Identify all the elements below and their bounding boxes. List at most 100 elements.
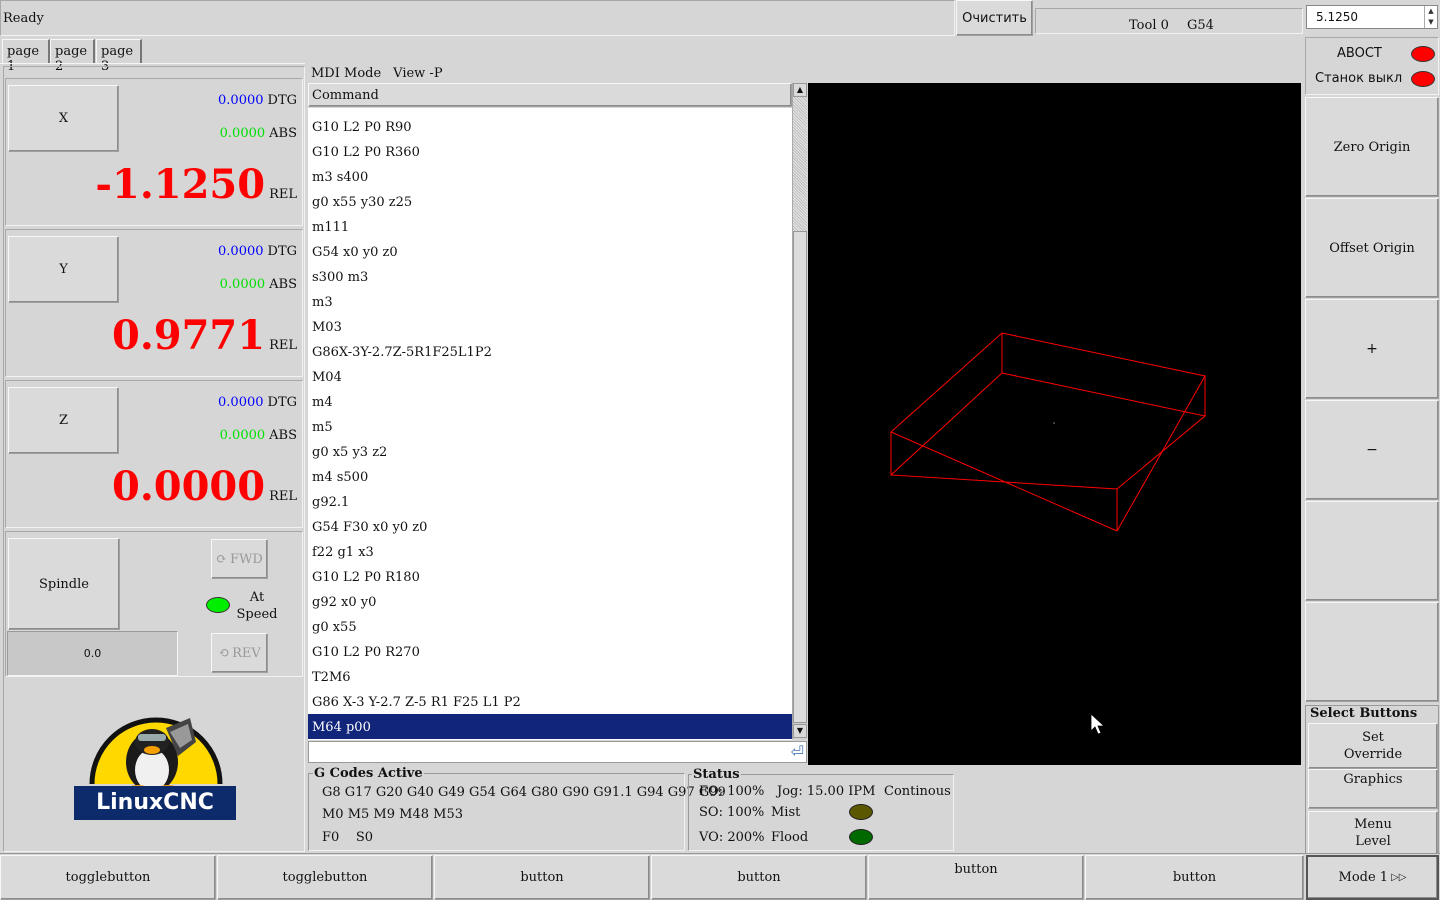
x-dtg: 0.0000 DTG xyxy=(218,93,297,108)
history-row[interactable]: m111 xyxy=(308,214,792,239)
history-row[interactable]: g0 x55 y30 z25 xyxy=(308,189,792,214)
coord-system: G54 xyxy=(1187,18,1214,33)
tab-page-1[interactable]: page 1 xyxy=(2,39,50,74)
rel-value: 0.9771 xyxy=(111,312,266,359)
history-row[interactable]: m3 s400 xyxy=(308,164,792,189)
history-row[interactable]: m4 xyxy=(308,389,792,414)
axis-label: Y xyxy=(59,262,68,277)
estop-led xyxy=(1411,46,1435,62)
mdi-entry[interactable]: ⏎ xyxy=(308,741,807,764)
axis-y-button[interactable]: Y xyxy=(8,236,119,303)
history-row[interactable]: m3 xyxy=(308,289,792,314)
status-title: Status xyxy=(692,767,741,782)
spindle-rev-button[interactable]: ⟲ REV xyxy=(211,633,268,673)
axis-x-button[interactable]: X xyxy=(8,85,119,152)
offset-origin-button[interactable]: Offset Origin xyxy=(1305,198,1439,298)
toggle-button-1[interactable]: togglebutton xyxy=(0,855,216,900)
history-row[interactable]: g0 x55 xyxy=(308,614,792,639)
history-row[interactable]: g0 x5 y3 z2 xyxy=(308,439,792,464)
decrease-button[interactable]: − xyxy=(1305,400,1439,500)
mdi-input[interactable] xyxy=(309,742,783,764)
dtg-label: DTG xyxy=(267,93,297,108)
spindle-button[interactable]: Spindle xyxy=(8,538,120,630)
jog-increment-spinbox[interactable]: 5.1250 ▲ ▼ xyxy=(1306,5,1438,29)
view-text: View -P xyxy=(393,66,443,81)
tab-page-3[interactable]: page 3 xyxy=(96,39,142,74)
history-row[interactable]: G10 L2 P0 R180 xyxy=(308,564,792,589)
history-row[interactable]: m5 xyxy=(308,414,792,439)
zero-origin-button[interactable]: Zero Origin xyxy=(1305,97,1439,197)
rel-label: REL xyxy=(269,187,297,202)
toolpath-preview xyxy=(889,332,1207,735)
at-speed-led xyxy=(206,597,230,613)
select-buttons-panel: Select Buttons Set Override Graphics Menu… xyxy=(1305,705,1439,855)
button-3[interactable]: button xyxy=(868,855,1084,900)
rel-label: REL xyxy=(269,338,297,353)
gcodes-line-1: G8 G17 G20 G40 G49 G54 G64 G80 G90 G91.1… xyxy=(322,785,726,800)
history-row[interactable]: m4 s500 xyxy=(308,464,792,489)
rel-value: -1.1250 xyxy=(95,161,266,208)
graphics-button[interactable]: Graphics xyxy=(1308,769,1438,809)
spin-arrows-icon[interactable]: ▲ ▼ xyxy=(1424,6,1437,28)
history-row[interactable]: G86X-3Y-2.7Z-5R1F25L1P2 xyxy=(308,339,792,364)
axis-z-button[interactable]: Z xyxy=(8,387,119,454)
scroll-thumb[interactable] xyxy=(793,231,807,723)
command-column-header[interactable]: Command xyxy=(308,83,792,107)
history-scrollbar[interactable]: ▲ ▼ xyxy=(792,83,807,739)
abs-value: 0.0000 xyxy=(219,428,266,443)
blank-button-2[interactable] xyxy=(1305,602,1439,702)
increase-button[interactable]: + xyxy=(1305,299,1439,399)
history-row[interactable]: s300 m3 xyxy=(308,264,792,289)
button-label: Offset Origin xyxy=(1329,240,1415,256)
set-override-button[interactable]: Set Override xyxy=(1308,723,1438,769)
graphics-preview[interactable] xyxy=(808,83,1301,765)
mdi-history-list[interactable]: G10 L2 P0 R90 G10 L2 P0 R360 m3 s400 g0 x55… xyxy=(308,108,792,740)
button-2[interactable]: button xyxy=(651,855,867,900)
scroll-down-icon[interactable]: ▼ xyxy=(793,724,807,738)
abs-label: ABS xyxy=(269,428,297,443)
tab-divider xyxy=(0,63,305,64)
clear-button[interactable]: Очистить xyxy=(956,0,1033,36)
history-row[interactable]: M04 xyxy=(308,364,792,389)
at-speed-line-1: At xyxy=(249,590,265,605)
history-row[interactable]: G10 L2 P0 R90 xyxy=(308,114,792,139)
z-dtg: 0.0000 DTG xyxy=(218,395,297,410)
history-row[interactable]: M64 p00 xyxy=(308,714,792,739)
history-row[interactable]: M03 xyxy=(308,314,792,339)
toggle-button-2[interactable]: togglebutton xyxy=(217,855,433,900)
dtg-value: 0.0000 xyxy=(218,93,264,108)
blank-button-1[interactable] xyxy=(1305,501,1439,601)
button-label: Mode 1 xyxy=(1338,870,1389,885)
button-1[interactable]: button xyxy=(434,855,650,900)
dro-x: X 0.0000 DTG 0.0000 ABS -1.1250 REL xyxy=(5,78,303,226)
button-4[interactable]: button xyxy=(1085,855,1304,900)
scroll-track[interactable] xyxy=(793,97,807,231)
tool-number: Tool 0 xyxy=(1129,18,1169,33)
mouse-cursor-icon xyxy=(1090,713,1106,735)
history-row[interactable]: f22 g1 x3 xyxy=(308,539,792,564)
mist-label: Mist xyxy=(771,805,801,820)
tab-page-2[interactable]: page 2 xyxy=(50,39,95,74)
jog-rate: Jog: 15.00 IPM xyxy=(777,784,876,799)
y-dtg: 0.0000 DTG xyxy=(218,244,297,259)
enter-icon[interactable]: ⏎ xyxy=(791,742,804,761)
dtg-value: 0.0000 xyxy=(218,244,264,259)
mode-button[interactable]: Mode 1 ▷▷ xyxy=(1306,855,1439,900)
history-row[interactable]: g92 x0 y0 xyxy=(308,589,792,614)
jog-mode: Continous xyxy=(884,784,951,799)
history-row[interactable]: T2M6 xyxy=(308,664,792,689)
jog-increment-value: 5.1250 xyxy=(1316,10,1358,24)
history-row[interactable]: G86 X-3 Y-2.7 Z-5 R1 F25 L1 P2 xyxy=(308,689,792,714)
scroll-up-icon[interactable]: ▲ xyxy=(793,83,807,97)
menu-level-button[interactable]: Menu Level xyxy=(1308,811,1438,855)
history-row[interactable]: G10 L2 P0 R270 xyxy=(308,639,792,664)
history-row[interactable]: G54 F30 x0 y0 z0 xyxy=(308,514,792,539)
spindle-fwd-button[interactable]: ⟳ FWD xyxy=(211,539,268,579)
gcodes-panel: G Codes Active G8 G17 G20 G40 G49 G54 G6… xyxy=(308,766,726,851)
y-rel: 0.9771 REL xyxy=(112,316,297,356)
fast-forward-icon: ▷▷ xyxy=(1391,872,1407,883)
history-row[interactable]: G10 L2 P0 R360 xyxy=(308,139,792,164)
history-row[interactable]: g92.1 xyxy=(308,489,792,514)
history-row[interactable]: G54 x0 y0 z0 xyxy=(308,239,792,264)
rel-value: 0.0000 xyxy=(111,463,266,510)
